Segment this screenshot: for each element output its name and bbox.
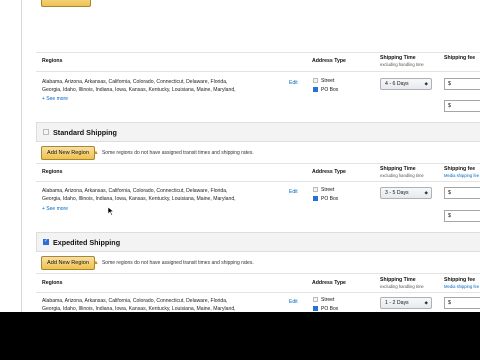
- edit-link[interactable]: Edit: [289, 80, 298, 86]
- shipping-time-value: 3 - 5 Days: [385, 190, 409, 196]
- shipping-time-value: 4 - 6 Days: [385, 81, 409, 87]
- select-arrow-icon: ◆: [424, 190, 428, 195]
- shipping-settings-page: Regions Address Type Shipping Time exclu…: [0, 0, 480, 312]
- currency-symbol: $: [448, 81, 451, 87]
- po-box-option[interactable]: PO Box: [313, 195, 338, 203]
- edit-link[interactable]: Edit: [289, 189, 298, 195]
- standard-shipping-title: Standard Shipping: [53, 128, 117, 137]
- divider: [36, 163, 480, 164]
- letterbox-bar: [0, 312, 480, 360]
- add-region-button-top[interactable]: [41, 0, 91, 7]
- standard-shipping-checkbox[interactable]: [43, 129, 49, 135]
- po-box-checkbox[interactable]: [313, 86, 318, 92]
- po-box-checkbox[interactable]: [313, 195, 318, 201]
- col-regions-header: Regions: [42, 58, 63, 64]
- shipping-fee-input[interactable]: $: [444, 297, 480, 309]
- col-shipping-time-sub: excluding handling time: [380, 284, 424, 289]
- warning-text: Some regions do not have assigned transi…: [101, 150, 254, 156]
- see-more-link[interactable]: + See more: [42, 206, 68, 212]
- street-label: Street: [321, 78, 335, 84]
- media-shipping-fee-link[interactable]: Media shipping fee: [444, 284, 479, 289]
- shipping-fee-input[interactable]: $: [444, 187, 480, 199]
- currency-symbol: $: [448, 103, 451, 109]
- col-address-type-header: Address Type: [312, 169, 346, 175]
- po-box-label: PO Box: [321, 196, 339, 202]
- warning-text: Some regions do not have assigned transi…: [101, 260, 254, 266]
- col-shipping-time-header: Shipping Time: [380, 166, 416, 172]
- mouse-cursor-icon: [108, 207, 114, 216]
- edit-link[interactable]: Edit: [289, 299, 298, 305]
- shipping-time-value: 1 - 2 Days: [385, 300, 409, 306]
- street-label: Street: [321, 187, 335, 193]
- shipping-time-select[interactable]: 3 - 5 Days ◆: [380, 187, 432, 199]
- warning-icon: ▲: [93, 260, 99, 266]
- expedited-shipping-checkbox[interactable]: [43, 238, 49, 245]
- po-box-label: PO Box: [321, 87, 339, 93]
- regions-line-2: Georgia, Idaho, Illinois, Indiana, Iowa,…: [42, 196, 236, 202]
- po-box-option[interactable]: PO Box: [313, 86, 338, 94]
- select-arrow-icon: ◆: [424, 300, 428, 305]
- col-address-type-header: Address Type: [312, 58, 346, 64]
- col-shipping-fee-header: Shipping fee: [444, 55, 476, 61]
- divider: [36, 52, 480, 53]
- shipping-fee-input[interactable]: $: [444, 78, 480, 90]
- street-label: Street: [321, 297, 335, 303]
- col-address-type-header: Address Type: [312, 280, 346, 286]
- left-rail: [0, 0, 22, 312]
- regions-line-2: Georgia, Idaho, Illinois, Indiana, Iowa,…: [42, 87, 236, 93]
- divider: [36, 292, 480, 293]
- select-arrow-icon: ◆: [424, 81, 428, 86]
- shipping-time-select[interactable]: 4 - 6 Days ◆: [380, 78, 432, 90]
- currency-symbol: $: [448, 300, 451, 306]
- warning-message: ▲ Some regions do not have assigned trans…: [93, 149, 254, 157]
- warning-icon: ▲: [93, 150, 99, 156]
- col-shipping-time-sub: excluding handling time: [380, 173, 424, 178]
- divider: [36, 273, 480, 274]
- col-regions-header: Regions: [42, 169, 63, 175]
- po-box-checkbox[interactable]: [313, 305, 318, 311]
- expedited-shipping-header: Expedited Shipping: [36, 232, 480, 252]
- warning-message: ▲ Some regions do not have assigned trans…: [93, 259, 254, 267]
- street-checkbox[interactable]: [313, 186, 318, 192]
- divider: [36, 181, 480, 182]
- col-shipping-time-header: Shipping Time: [380, 277, 416, 283]
- street-option[interactable]: Street: [313, 296, 334, 304]
- add-new-region-button[interactable]: Add New Region: [41, 256, 95, 270]
- po-box-option[interactable]: PO Box: [313, 305, 338, 312]
- see-more-link[interactable]: + See more: [42, 96, 68, 102]
- media-fee-input[interactable]: $: [444, 100, 480, 112]
- col-shipping-time-sub: excluding handling time: [380, 62, 424, 67]
- currency-symbol: $: [448, 190, 451, 196]
- expedited-shipping-title: Expedited Shipping: [53, 238, 121, 247]
- regions-line-2: Georgia, Idaho, Illinois, Indiana, Iowa,…: [42, 306, 236, 312]
- col-shipping-fee-header: Shipping fee: [444, 166, 476, 172]
- street-checkbox[interactable]: [313, 77, 318, 83]
- divider: [36, 71, 480, 72]
- col-regions-header: Regions: [42, 280, 63, 286]
- col-shipping-fee-header: Shipping fee: [444, 277, 476, 283]
- media-fee-input[interactable]: $: [444, 210, 480, 222]
- currency-symbol: $: [448, 213, 451, 219]
- screen-frame: Regions Address Type Shipping Time exclu…: [0, 0, 480, 360]
- shipping-time-select[interactable]: 1 - 2 Days ◆: [380, 297, 432, 309]
- street-option[interactable]: Street: [313, 77, 334, 85]
- standard-shipping-header: Standard Shipping: [36, 122, 480, 142]
- media-shipping-fee-link[interactable]: Media shipping fee: [444, 173, 479, 178]
- street-option[interactable]: Street: [313, 186, 334, 194]
- col-shipping-time-header: Shipping Time: [380, 55, 416, 61]
- add-new-region-button[interactable]: Add New Region: [41, 146, 95, 160]
- street-checkbox[interactable]: [313, 296, 318, 302]
